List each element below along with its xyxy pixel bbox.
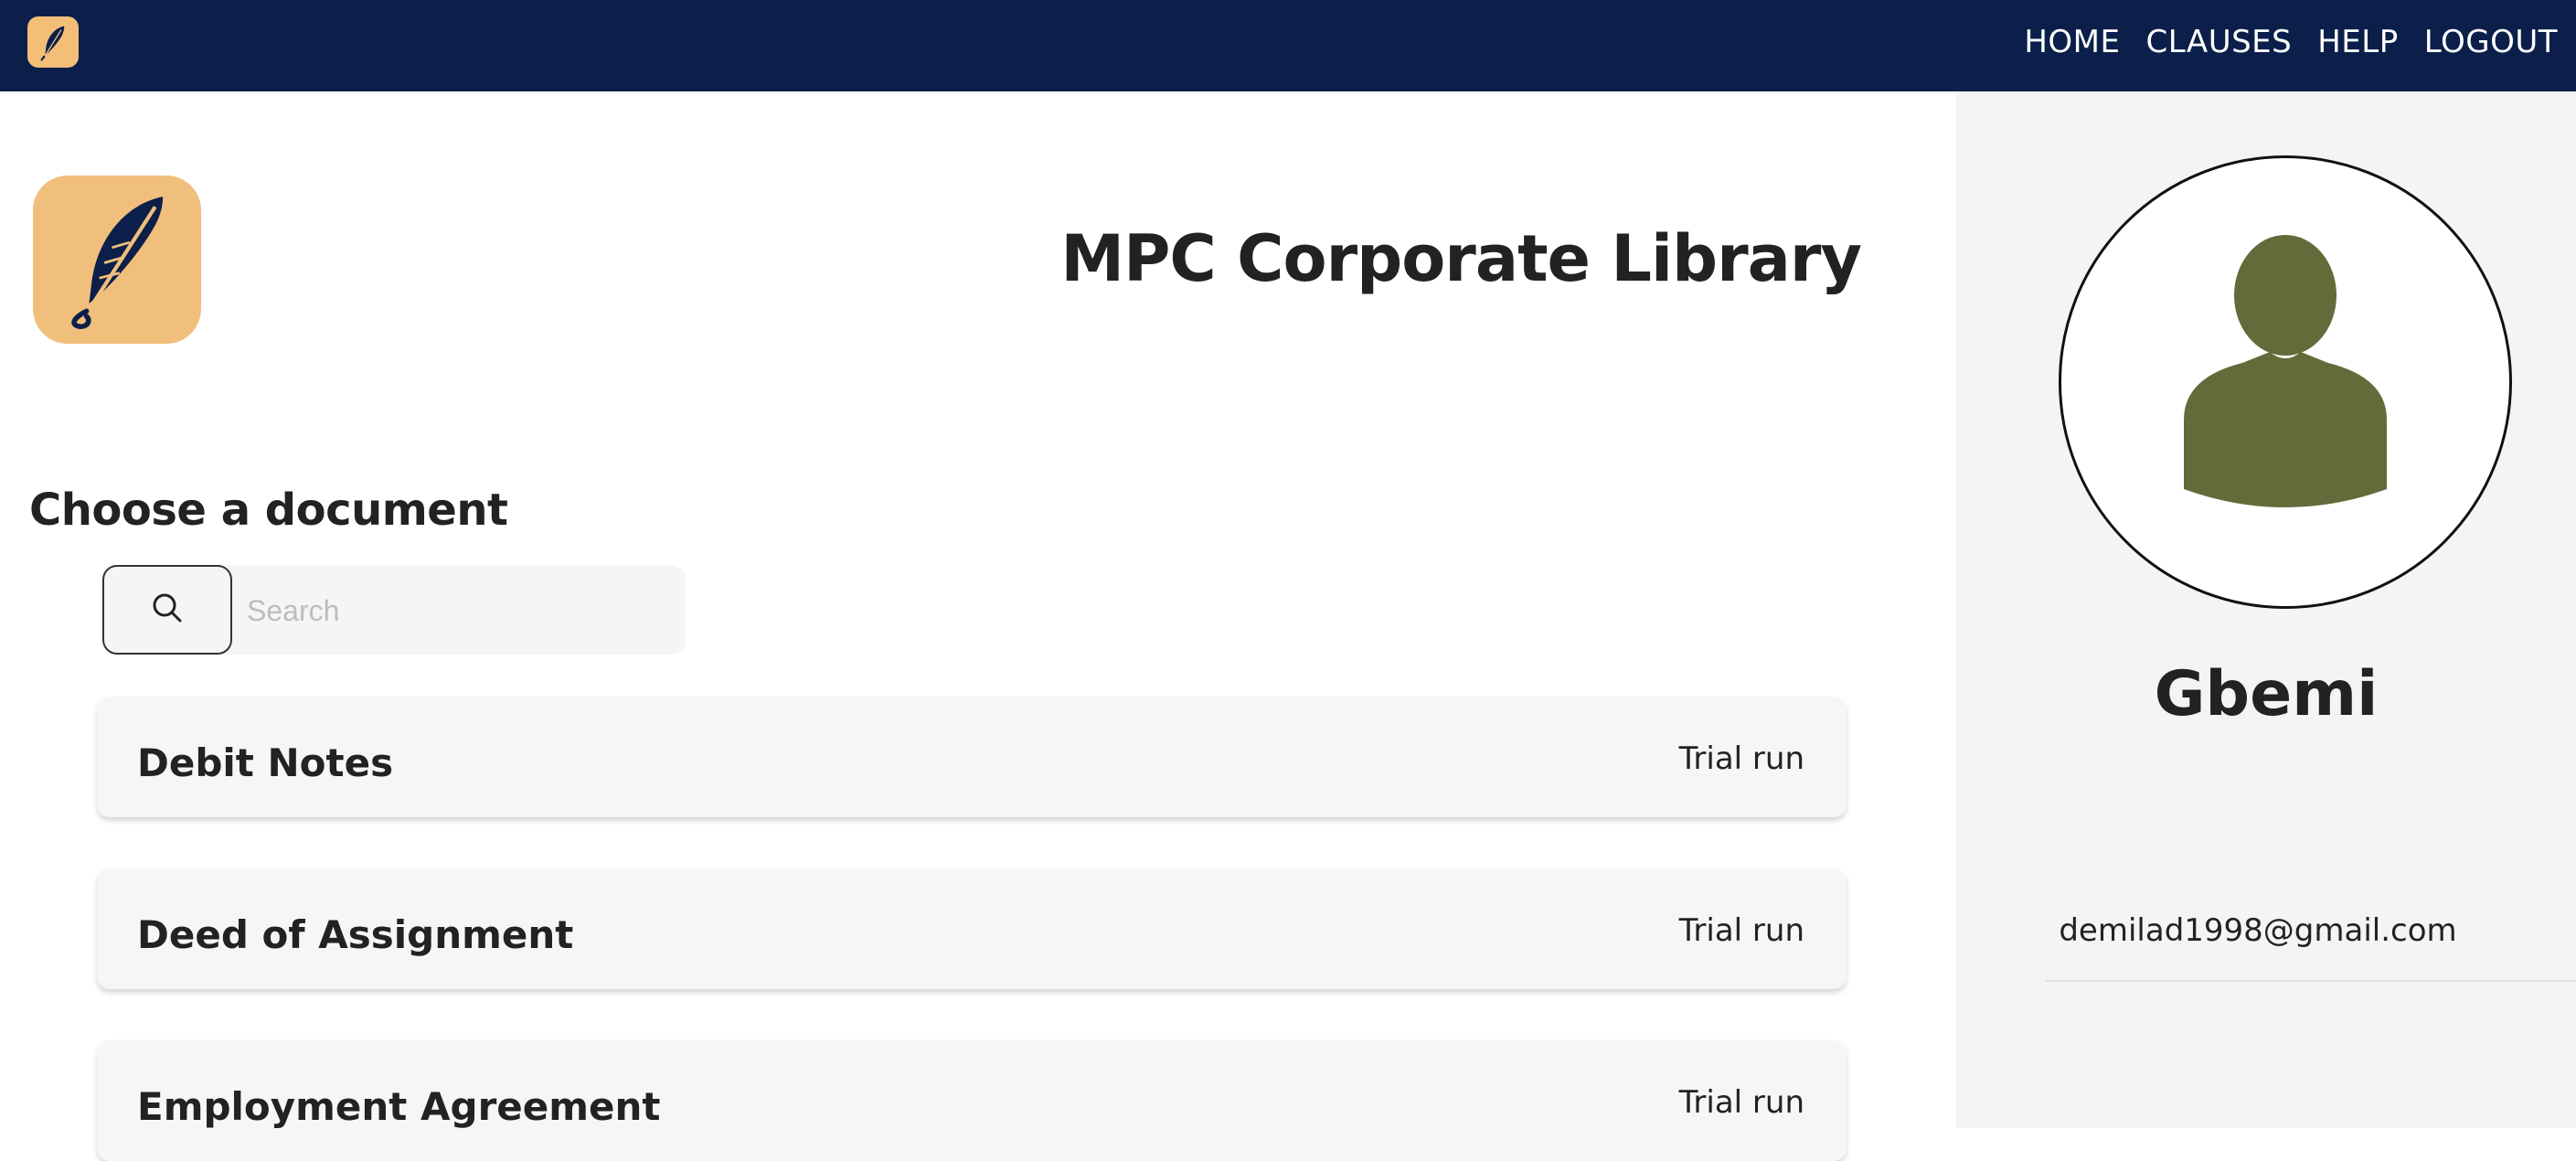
document-name: Debit Notes <box>137 740 394 785</box>
nav-logout-link[interactable]: LOGOUT <box>2424 24 2558 60</box>
document-card-employment-agreement[interactable]: Employment Agreement Trial run <box>97 1040 1847 1161</box>
document-name: Deed of Assignment <box>137 912 574 957</box>
section-heading: Choose a document <box>29 485 508 536</box>
document-card-deed-of-assignment[interactable]: Deed of Assignment Trial run <box>97 868 1847 989</box>
feather-logo-icon <box>33 176 201 344</box>
user-email: demilad1998@gmail.com <box>2059 912 2457 949</box>
profile-panel: Gbemi demilad1998@gmail.com <box>1956 91 2576 1128</box>
search-input[interactable] <box>245 578 669 644</box>
nav-home-link[interactable]: HOME <box>2024 24 2120 60</box>
nav-help-link[interactable]: HELP <box>2317 24 2399 60</box>
feather-logo-icon[interactable] <box>27 16 79 68</box>
page-title: MPC Corporate Library <box>1060 221 1862 296</box>
document-status: Trial run <box>1678 1084 1804 1121</box>
document-name: Employment Agreement <box>137 1084 661 1129</box>
document-card-debit-notes[interactable]: Debit Notes Trial run <box>97 697 1847 817</box>
search-icon <box>149 590 186 631</box>
search-bar <box>102 565 686 655</box>
user-name: Gbemi <box>2154 658 2379 730</box>
main-nav: HOME CLAUSES HELP LOGOUT <box>2024 0 2558 84</box>
divider <box>2046 980 2576 982</box>
top-navbar: HOME CLAUSES HELP LOGOUT <box>0 0 2576 91</box>
nav-clauses-link[interactable]: CLAUSES <box>2145 24 2292 60</box>
user-avatar-icon <box>2059 155 2512 609</box>
document-status: Trial run <box>1678 912 1804 949</box>
document-status: Trial run <box>1678 740 1804 777</box>
search-button[interactable] <box>102 565 232 655</box>
